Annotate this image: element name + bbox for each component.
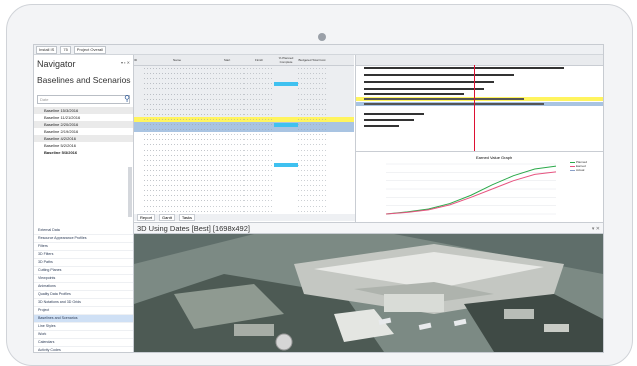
navigator-sections: External Data Resource Appearance Profile… (34, 227, 133, 352)
table-header: ID Name Start Finish % Planned Complete … (134, 55, 354, 66)
navigator-panel: Navigator ▾ ▪ ✕ Baselines and Scenarios … (34, 55, 134, 352)
baseline-item[interactable]: Baseline 4/2/2016 (34, 135, 133, 142)
gantt-bars (356, 65, 603, 151)
gantt-bar[interactable] (364, 125, 399, 127)
navigator-section[interactable]: Viewpoints (34, 275, 133, 283)
view3d-title: 3D Using Dates [Best] [1698x492] (137, 224, 250, 233)
legend-entry: Actual (570, 168, 587, 172)
filter-selector[interactable]: 75 (60, 45, 71, 54)
tab-gantt[interactable]: Gantt (159, 214, 175, 221)
gantt-bar[interactable] (364, 119, 414, 121)
navigator-section[interactable]: Animations (34, 283, 133, 291)
column-planned[interactable]: % Planned Complete (274, 56, 298, 64)
navigator-section[interactable]: Filters (34, 243, 133, 251)
camera-dot (318, 33, 326, 41)
column-budget[interactable]: Budgeted Total Cost (298, 58, 326, 62)
airport-3d-render (134, 234, 603, 352)
current-date-line (474, 65, 475, 151)
earned-value-svg: Earned Value Graph (385, 155, 557, 215)
baseline-item[interactable]: Baseline 15/3/2016 (34, 107, 133, 114)
gantt-chart (355, 55, 603, 151)
gantt-bar[interactable] (364, 74, 514, 76)
search-placeholder: Date (40, 97, 49, 102)
column-finish[interactable]: Finish (244, 58, 274, 62)
baseline-search[interactable]: Date ⚲ (37, 94, 130, 104)
gantt-bar[interactable] (364, 88, 484, 90)
navigator-section[interactable]: 3D Filters (34, 251, 133, 259)
activity-table: ID Name Start Finish % Planned Complete … (134, 55, 354, 213)
navigator-section[interactable]: Calendars (34, 339, 133, 347)
baseline-item[interactable]: Baseline 2/20/2016 (34, 121, 133, 128)
legend-swatch (570, 161, 575, 163)
navigator-section[interactable]: Project (34, 307, 133, 315)
legend-label: Actual (576, 168, 585, 172)
navigator-section[interactable]: Baselines and Scenarios (34, 315, 133, 323)
baseline-item[interactable]: Baseline 11/21/2016 (34, 114, 133, 121)
gantt-bar[interactable] (364, 98, 524, 100)
column-name[interactable]: Name (144, 58, 210, 62)
legend-swatch (570, 169, 575, 171)
earned-value-chart: Earned Value Graph Planned Earned Actual (355, 151, 603, 222)
tab-tasks[interactable]: Tasks (178, 214, 196, 221)
view-selector[interactable]: Project Overall (73, 45, 107, 54)
gantt-bar[interactable] (364, 93, 464, 95)
navigator-section[interactable]: 3D Paths (34, 259, 133, 267)
table-body (134, 66, 354, 213)
baseline-item[interactable]: Baseline 5/3/2016 (34, 149, 133, 156)
project-selector[interactable]: Install IS (36, 45, 58, 54)
gantt-bar[interactable] (364, 113, 424, 115)
baseline-item[interactable]: Baseline 5/2/2016 (34, 142, 133, 149)
app-screen: Install IS 75 Project Overall Navigator … (33, 44, 604, 353)
table-tabs: Report Gantt Tasks (134, 214, 357, 221)
chart-series-line (385, 165, 557, 215)
top-toolbar: Install IS 75 Project Overall (34, 45, 603, 55)
baseline-list: Baseline 15/3/2016 Baseline 11/21/2016 Bas… (34, 107, 133, 156)
navigator-section[interactable]: 3D Notations and 3D Grids (34, 299, 133, 307)
navigator-section[interactable]: Resource Appearance Profiles (34, 235, 133, 243)
navigator-scrollbar[interactable] (128, 167, 132, 217)
navigator-section[interactable]: Activity Codes (34, 347, 133, 352)
navigator-title: Navigator (37, 59, 76, 69)
tab-report[interactable]: Report (137, 214, 156, 221)
column-start[interactable]: Start (210, 58, 244, 62)
gantt-bar[interactable] (364, 103, 544, 105)
3d-model-view[interactable] (134, 234, 603, 352)
chart-series-line (385, 171, 557, 215)
legend-swatch (570, 165, 575, 167)
navigator-section[interactable]: Cutting Planes (34, 267, 133, 275)
navigator-section[interactable]: Quality Data Profiles (34, 291, 133, 299)
baseline-item[interactable]: Baseline 2/19/2016 (34, 128, 133, 135)
navigator-subtitle: Baselines and Scenarios (37, 75, 131, 85)
search-icon[interactable]: ⚲ (124, 94, 130, 103)
table-row[interactable] (134, 209, 354, 213)
view3d-title-bar: 3D Using Dates [Best] [1698x492] ▾ ✕ (134, 222, 603, 234)
chart-legend: Planned Earned Actual (570, 160, 587, 172)
navigator-controls[interactable]: ▾ ▪ ✕ (121, 60, 130, 65)
gantt-bar[interactable] (364, 67, 564, 69)
navigator-section[interactable]: External Data (34, 227, 133, 235)
chart-title: Earned Value Graph (476, 155, 512, 160)
column-id[interactable]: ID (134, 58, 144, 62)
navigator-section[interactable]: Work (34, 331, 133, 339)
navigator-section[interactable]: Line Styles (34, 323, 133, 331)
